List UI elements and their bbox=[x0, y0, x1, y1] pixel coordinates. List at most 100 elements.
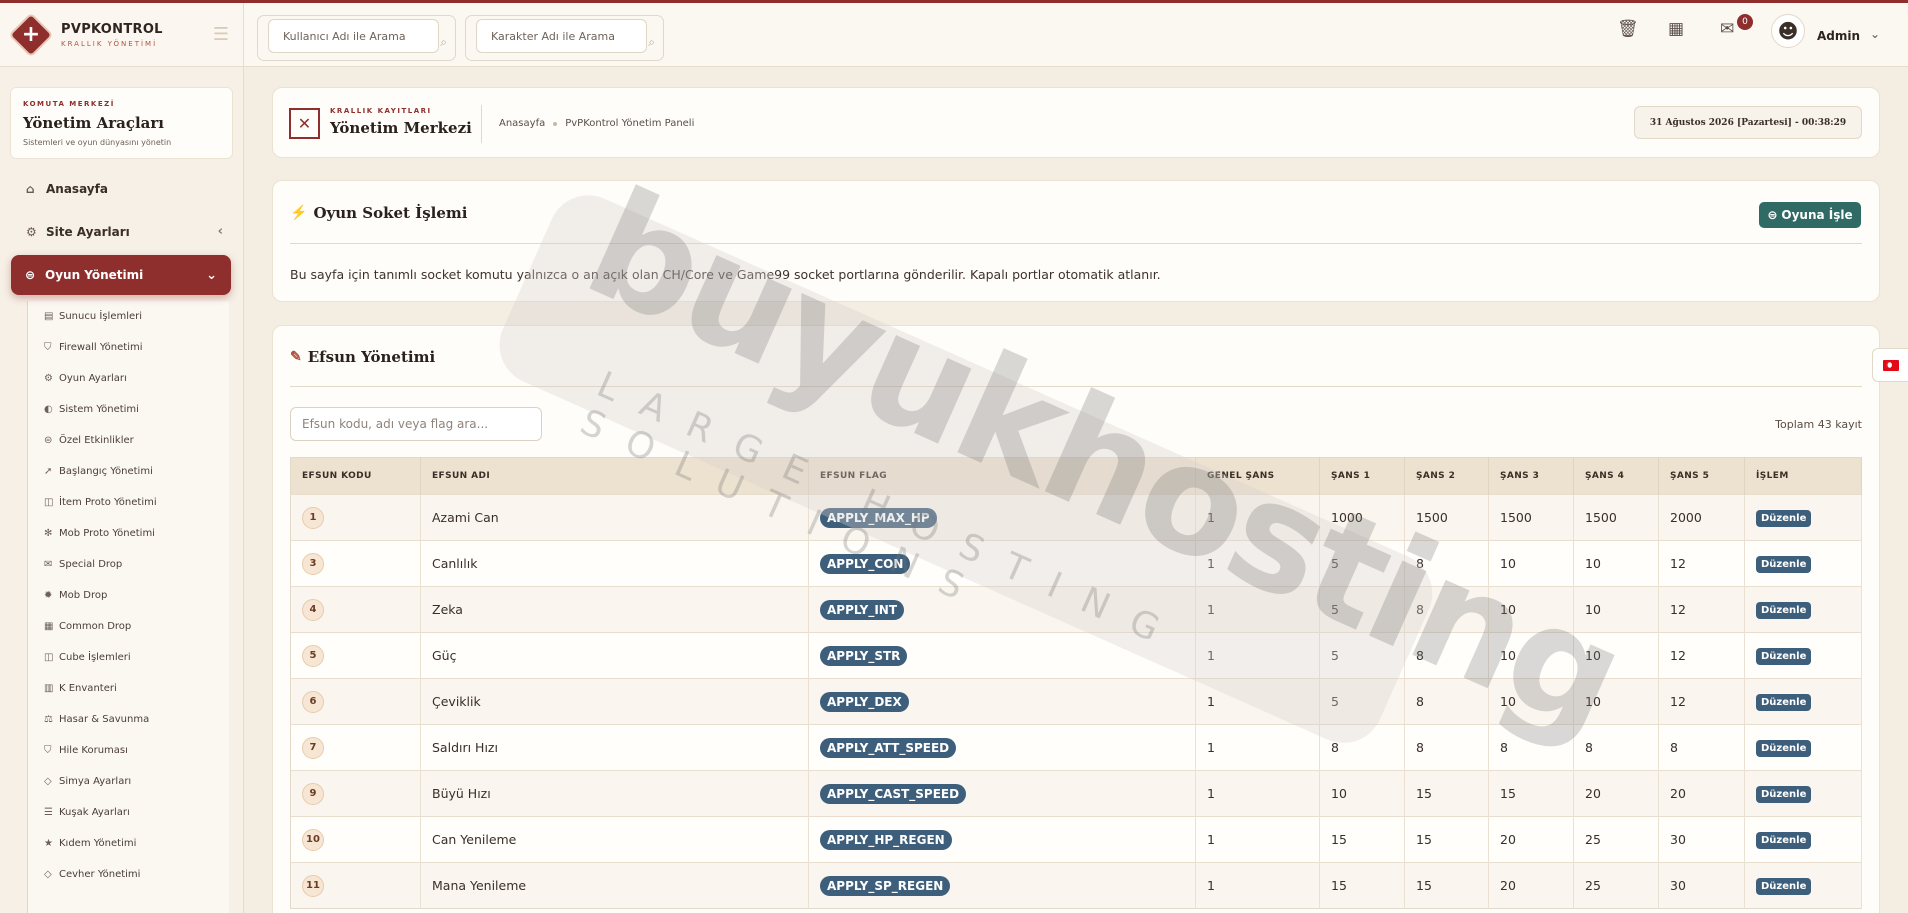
name-cell: Güç bbox=[420, 632, 809, 679]
play-in-game-button[interactable]: ⊜ Oyuna İşle bbox=[1759, 202, 1861, 228]
subnav-item[interactable]: ◫ Cube İşlemleri bbox=[28, 642, 229, 673]
efsun-card: ✎ Efsun Yönetimi Efsun kodu, adı veya fl… bbox=[272, 325, 1880, 913]
action-cell: Düzenle bbox=[1744, 494, 1862, 541]
edit-button[interactable]: Düzenle bbox=[1756, 555, 1812, 573]
edit-button[interactable]: Düzenle bbox=[1756, 831, 1812, 849]
chance-cell: 8 bbox=[1573, 724, 1659, 771]
subnav-item[interactable]: ▤ Sunucu İşlemleri bbox=[28, 301, 229, 332]
subnav-item[interactable]: ✉ Special Drop bbox=[28, 549, 229, 580]
grid-icon: ▦ bbox=[44, 621, 54, 632]
subnav-label: Cevher Yönetimi bbox=[59, 869, 141, 880]
edit-button[interactable]: Düzenle bbox=[1756, 693, 1812, 711]
table-row: 5 Güç APPLY_STR 1 5 8 10 10 12 Düzenle bbox=[290, 632, 1862, 679]
column-header[interactable]: ŞANS 2 bbox=[1404, 457, 1489, 495]
subnav-item[interactable]: ▦ Common Drop bbox=[28, 611, 229, 642]
edit-button[interactable]: Düzenle bbox=[1756, 877, 1812, 895]
sidebar-item-oyun-yonetimi[interactable]: ⊜ Oyun Yönetimi ⌄ bbox=[11, 255, 231, 295]
language-switcher[interactable] bbox=[1872, 348, 1908, 382]
brand[interactable]: + PVPKONTROL KRALLIK YÖNETİMİ ☰ bbox=[0, 3, 243, 67]
name-cell: Can Yenileme bbox=[420, 816, 809, 863]
subnav-label: Özel Etkinlikler bbox=[59, 435, 134, 446]
menu-toggle-icon[interactable]: ☰ bbox=[213, 24, 229, 45]
action-cell: Düzenle bbox=[1744, 816, 1862, 863]
column-header[interactable]: EFSUN ADI bbox=[420, 457, 809, 495]
flag-cell: APPLY_DEX bbox=[808, 678, 1196, 725]
sidebar-item-site-ayarlari[interactable]: ⚙ Site Ayarları ‹ bbox=[0, 210, 243, 253]
action-cell: Düzenle bbox=[1744, 724, 1862, 771]
edit-button[interactable]: Düzenle bbox=[1756, 739, 1812, 757]
wand-icon: ✎ bbox=[290, 349, 302, 365]
general-chance-cell: 1 bbox=[1195, 540, 1320, 587]
subnav-item[interactable]: ➚ Başlangıç Yönetimi bbox=[28, 456, 229, 487]
subnav-label: Cube İşlemleri bbox=[59, 652, 131, 663]
chevron-down-icon[interactable]: ⌄ bbox=[1870, 27, 1880, 41]
breadcrumb-home-link[interactable]: Anasayfa bbox=[499, 118, 545, 129]
column-header[interactable]: ŞANS 3 bbox=[1488, 457, 1574, 495]
column-header[interactable]: ŞANS 1 bbox=[1319, 457, 1405, 495]
user-search-input[interactable]: Kullanıcı Adı ile Arama bbox=[268, 19, 439, 53]
subnav-item[interactable]: ★ Kıdem Yönetimi bbox=[28, 828, 229, 859]
avatar[interactable]: ☻ bbox=[1771, 14, 1805, 48]
general-chance-cell: 1 bbox=[1195, 678, 1320, 725]
column-header[interactable]: EFSUN KODU bbox=[290, 457, 421, 495]
subnav-label: Common Drop bbox=[59, 621, 132, 632]
chance-cell: 5 bbox=[1319, 632, 1405, 679]
table-row: 3 Canlılık APPLY_CON 1 5 8 10 10 12 Düze… bbox=[290, 540, 1862, 587]
datetime-display: 31 Ağustos 2026 [Pazartesi] - 00:38:29 bbox=[1634, 106, 1862, 139]
chance-cell: 8 bbox=[1658, 724, 1745, 771]
subnav-item[interactable]: ◇ Simya Ayarları bbox=[28, 766, 229, 797]
subnav-item[interactable]: ◐ Sistem Yönetimi bbox=[28, 394, 229, 425]
subnav-item[interactable]: ✹ Mob Drop bbox=[28, 580, 229, 611]
flag-cell: APPLY_ATT_SPEED bbox=[808, 724, 1196, 771]
code-badge: 4 bbox=[302, 598, 324, 621]
column-header[interactable]: EFSUN FLAG bbox=[808, 457, 1196, 495]
code-badge: 10 bbox=[302, 828, 324, 851]
subnav-label: Başlangıç Yönetimi bbox=[59, 466, 153, 477]
subnav-item[interactable]: ⛉ Firewall Yönetimi bbox=[28, 332, 229, 363]
efsun-title-text: Efsun Yönetimi bbox=[307, 348, 436, 366]
edit-button[interactable]: Düzenle bbox=[1756, 647, 1812, 665]
total-count: Toplam 43 kayıt bbox=[1775, 418, 1862, 431]
subnav-item[interactable]: ◇ Cevher Yönetimi bbox=[28, 859, 229, 890]
action-cell: Düzenle bbox=[1744, 586, 1862, 633]
subnav-item[interactable]: ⚙ Oyun Ayarları bbox=[28, 363, 229, 394]
search-icon[interactable]: ⌕ bbox=[440, 35, 447, 50]
flag-cell: APPLY_CAST_SPEED bbox=[808, 770, 1196, 817]
efsun-search-input[interactable]: Efsun kodu, adı veya flag ara... bbox=[290, 407, 542, 441]
subnav-item[interactable]: ⛉ Hile Koruması bbox=[28, 735, 229, 766]
column-header[interactable]: GENEL ŞANS bbox=[1195, 457, 1320, 495]
mail-icon[interactable]: ✉ bbox=[1720, 19, 1734, 39]
subnav-item[interactable]: ✻ Mob Proto Yönetimi bbox=[28, 518, 229, 549]
subnav-item[interactable]: ⊜ Özel Etkinlikler bbox=[28, 425, 229, 456]
subnav-item[interactable]: ▥ K Envanteri bbox=[28, 673, 229, 704]
character-search-input[interactable]: Karakter Adı ile Arama bbox=[476, 19, 647, 53]
column-header[interactable]: ŞANS 5 bbox=[1658, 457, 1745, 495]
subnav-item[interactable]: ⚖ Hasar & Savunma bbox=[28, 704, 229, 735]
top-header: Kullanıcı Adı ile Arama ⌕ Karakter Adı i… bbox=[244, 3, 1908, 67]
brand-name: PVPKONTROL bbox=[61, 21, 163, 37]
chance-cell: 15 bbox=[1319, 816, 1405, 863]
admin-name[interactable]: Admin bbox=[1817, 29, 1860, 43]
calendar-icon[interactable]: ▦ bbox=[1668, 19, 1684, 39]
trash-icon[interactable]: 🗑 bbox=[1617, 19, 1639, 39]
chance-cell: 10 bbox=[1573, 586, 1659, 633]
close-icon[interactable]: ✕ bbox=[289, 108, 320, 139]
edit-button[interactable]: Düzenle bbox=[1756, 785, 1812, 803]
table-row: 9 Büyü Hızı APPLY_CAST_SPEED 1 10 15 15 … bbox=[290, 770, 1862, 817]
gamepad-icon: ⊜ bbox=[44, 435, 53, 446]
column-header[interactable]: ŞANS 4 bbox=[1573, 457, 1659, 495]
chance-cell: 5 bbox=[1319, 678, 1405, 725]
subnav-item[interactable]: ☰ Kuşak Ayarları bbox=[28, 797, 229, 828]
scale-icon: ⚖ bbox=[44, 714, 53, 725]
edit-button[interactable]: Düzenle bbox=[1756, 509, 1812, 527]
search-icon[interactable]: ⌕ bbox=[648, 35, 655, 50]
sidebar-nav: ⌂ Anasayfa ⚙ Site Ayarları ‹ ⊜ Oyun Yöne… bbox=[0, 167, 243, 295]
chance-cell: 12 bbox=[1658, 678, 1745, 725]
edit-button[interactable]: Düzenle bbox=[1756, 601, 1812, 619]
flag-pill: APPLY_STR bbox=[820, 645, 908, 666]
table-row: 1 Azami Can APPLY_MAX_HP 1 1000 1500 150… bbox=[290, 494, 1862, 541]
sidebar-item-anasayfa[interactable]: ⌂ Anasayfa bbox=[0, 167, 243, 210]
subnav-item[interactable]: ◫ İtem Proto Yönetimi bbox=[28, 487, 229, 518]
chance-cell: 1500 bbox=[1404, 494, 1489, 541]
star-icon: ★ bbox=[44, 838, 53, 849]
